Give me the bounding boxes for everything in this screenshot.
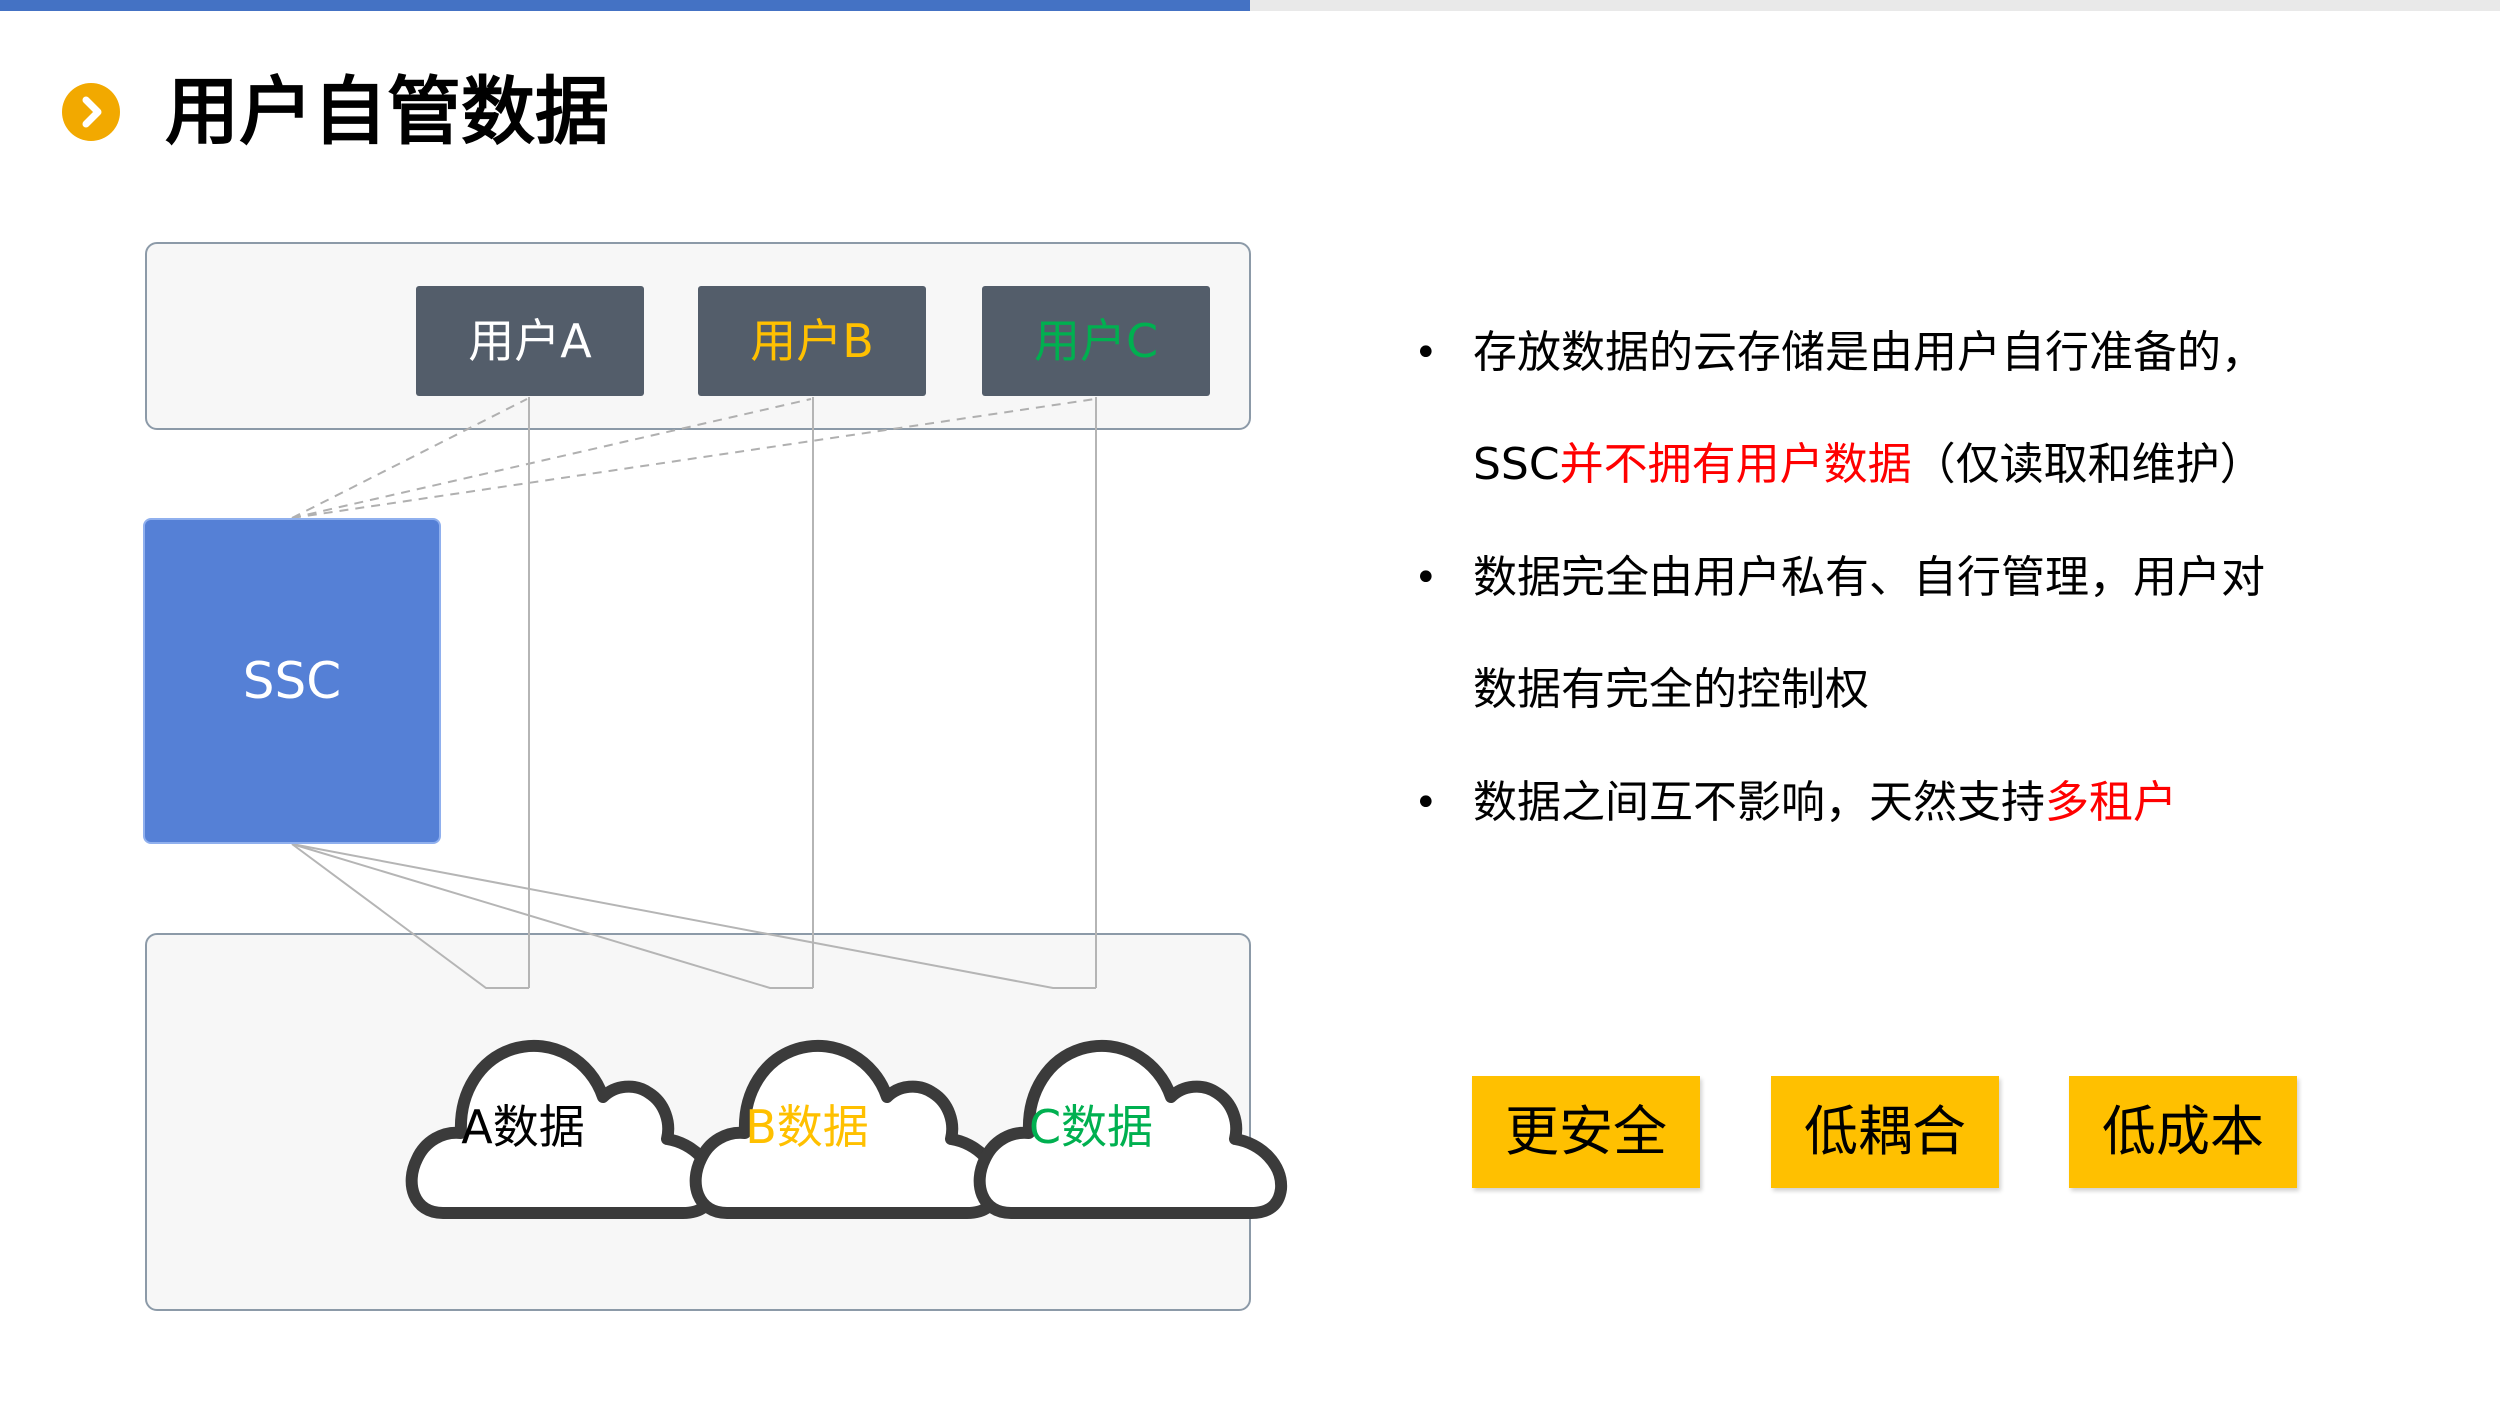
store-label-c: C数据 xyxy=(1028,1100,1154,1154)
bullet-text: SSC xyxy=(1473,439,1560,490)
slide: 用户自管数据 用户A 用户B 用户C SSC A数据 B数据 C数据 • 存放数… xyxy=(0,0,2500,1406)
tag-low-coupling: 低耦合 xyxy=(1771,1076,1999,1188)
bullet-line: SSC并不拥有用户数据（仅读取和维护） xyxy=(1473,430,2264,500)
bullet-marker: • xyxy=(1414,330,1438,376)
dashed-link-ssc-user-b xyxy=(291,398,812,519)
ssc-box: SSC xyxy=(143,518,441,844)
bullet-text: 数据完全由用户私有、自行管理，用户对 xyxy=(1473,552,2265,603)
link-ssc-store-b xyxy=(291,843,813,989)
link-ssc-store-c xyxy=(291,843,1096,989)
bullet-line: 数据之间互不影响，天然支持多租户 xyxy=(1473,768,2177,838)
user-box-c: 用户C xyxy=(982,286,1210,396)
highlight-text: 多租户 xyxy=(2045,777,2177,828)
tag-low-cost: 低成本 xyxy=(2069,1076,2297,1188)
dashed-links xyxy=(291,398,1096,519)
bullet-marker: • xyxy=(1414,780,1438,826)
highlight-text: 并不拥有用户数据 xyxy=(1559,439,1912,490)
bullet-line: 数据有完全的控制权 xyxy=(1473,655,1869,725)
store-label-b: B数据 xyxy=(745,1100,869,1154)
user-label: 用户C xyxy=(1033,314,1159,368)
dashed-link-ssc-user-c xyxy=(291,398,1096,519)
user-label: 用户B xyxy=(750,314,874,368)
user-label: 用户A xyxy=(468,314,592,368)
bullet-text: 数据有完全的控制权 xyxy=(1473,664,1869,715)
store-label-a: A数据 xyxy=(461,1100,585,1154)
tag-secure: 更安全 xyxy=(1472,1076,1700,1188)
bullet-line: 数据完全由用户私有、自行管理，用户对 xyxy=(1473,543,2265,613)
user-box-a: 用户A xyxy=(416,286,644,396)
user-box-b: 用户B xyxy=(698,286,926,396)
ssc-label: SSC xyxy=(242,652,342,710)
bullet-text: 数据之间互不影响，天然支持 xyxy=(1473,777,2045,828)
bullet-text: 存放数据的云存储是由用户自行准备的， xyxy=(1473,327,2265,378)
bullet-marker: • xyxy=(1414,555,1438,601)
bullet-line: 存放数据的云存储是由用户自行准备的， xyxy=(1473,318,2265,388)
bullet-text: （仅读取和维护） xyxy=(1911,439,2264,490)
